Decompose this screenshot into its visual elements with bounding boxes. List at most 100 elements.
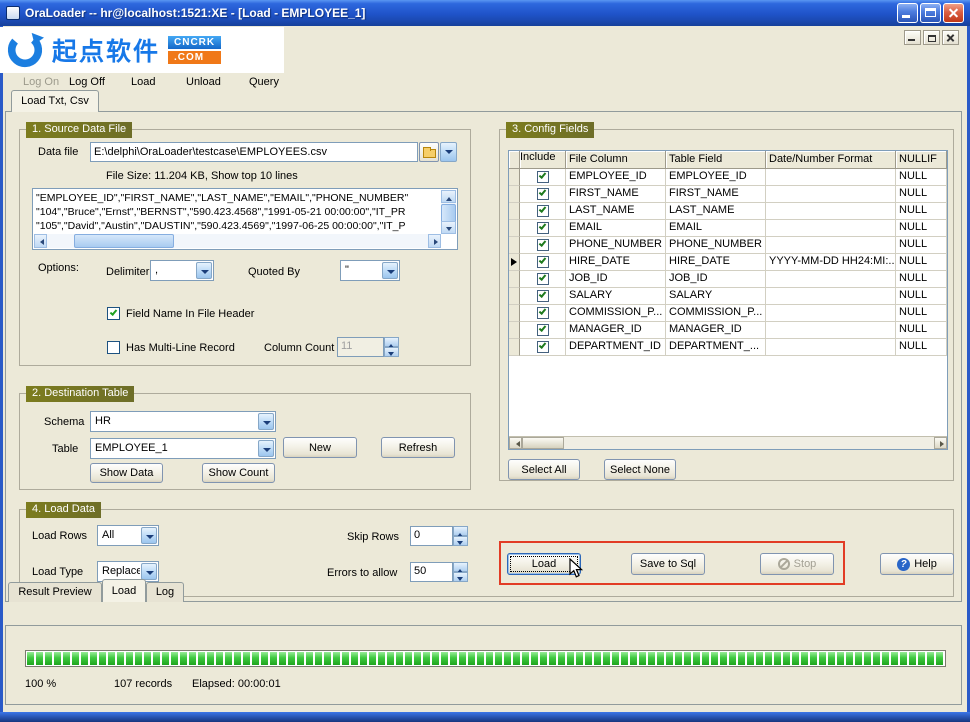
file-column-cell[interactable]: EMPLOYEE_ID bbox=[566, 169, 666, 186]
file-column-cell[interactable]: SALARY bbox=[566, 288, 666, 305]
include-checkbox[interactable] bbox=[537, 324, 549, 336]
file-column-cell[interactable]: HIRE_DATE bbox=[566, 254, 666, 271]
dropdown-button[interactable] bbox=[258, 440, 274, 457]
scroll-right-button[interactable] bbox=[428, 234, 441, 248]
grid-horizontal-scrollbar[interactable] bbox=[509, 436, 947, 449]
dropdown-button[interactable] bbox=[141, 563, 157, 580]
mdi-minimize-button[interactable] bbox=[904, 30, 921, 45]
memo-vertical-scrollbar[interactable] bbox=[441, 190, 456, 234]
include-cell[interactable] bbox=[520, 339, 566, 356]
scroll-left-button[interactable] bbox=[509, 437, 522, 449]
include-checkbox[interactable] bbox=[537, 188, 549, 200]
format-cell[interactable] bbox=[766, 305, 896, 322]
refresh-button[interactable]: Refresh bbox=[381, 437, 455, 458]
config-grid-row[interactable]: EMAILEMAIL NULL bbox=[509, 220, 947, 237]
table-field-cell[interactable]: EMAIL bbox=[666, 220, 766, 237]
toolbar-item-unload[interactable]: Unload bbox=[182, 72, 225, 92]
include-cell[interactable] bbox=[520, 288, 566, 305]
spinner-up-button[interactable] bbox=[453, 526, 468, 536]
minimize-button[interactable] bbox=[897, 3, 918, 23]
file-column-cell[interactable]: EMAIL bbox=[566, 220, 666, 237]
format-cell[interactable] bbox=[766, 169, 896, 186]
errors-to-allow-spinner[interactable]: 50 bbox=[410, 562, 468, 582]
format-cell[interactable] bbox=[766, 220, 896, 237]
spinner-down-button[interactable] bbox=[453, 536, 468, 546]
table-field-cell[interactable]: HIRE_DATE bbox=[666, 254, 766, 271]
toolbar-item-log-on[interactable]: Log On bbox=[19, 72, 63, 92]
file-column-cell[interactable]: FIRST_NAME bbox=[566, 186, 666, 203]
show-data-button[interactable]: Show Data bbox=[90, 463, 163, 483]
scrollbar-thumb[interactable] bbox=[522, 437, 564, 449]
config-grid[interactable]: Include File Column Table Field Date/Num… bbox=[508, 150, 948, 450]
toolbar-item-log-off[interactable]: Log Off bbox=[65, 72, 109, 92]
config-grid-row[interactable]: EMPLOYEE_IDEMPLOYEE_IDNULL bbox=[509, 169, 947, 186]
column-header-file-column[interactable]: File Column bbox=[566, 151, 666, 169]
toolbar-item-load[interactable]: Load bbox=[127, 72, 159, 92]
table-field-cell[interactable]: JOB_ID bbox=[666, 271, 766, 288]
table-field-cell[interactable]: MANAGER_ID bbox=[666, 322, 766, 339]
nullif-cell[interactable]: NULL bbox=[896, 322, 947, 339]
format-cell[interactable] bbox=[766, 271, 896, 288]
include-cell[interactable] bbox=[520, 220, 566, 237]
delimiter-combo[interactable]: , bbox=[150, 260, 214, 281]
table-field-cell[interactable]: EMPLOYEE_ID bbox=[666, 169, 766, 186]
file-preview-memo[interactable]: "EMPLOYEE_ID","FIRST_NAME","LAST_NAME","… bbox=[32, 188, 458, 250]
tab-result-preview[interactable]: Result Preview bbox=[8, 582, 102, 602]
schema-combo[interactable]: HR bbox=[90, 411, 276, 432]
new-table-button[interactable]: New bbox=[283, 437, 357, 458]
table-field-cell[interactable]: LAST_NAME bbox=[666, 203, 766, 220]
table-field-cell[interactable]: PHONE_NUMBER bbox=[666, 237, 766, 254]
config-grid-row[interactable]: COMMISSION_P...COMMISSION_P...NULL bbox=[509, 305, 947, 322]
include-cell[interactable] bbox=[520, 186, 566, 203]
column-header-format[interactable]: Date/Number Format bbox=[766, 151, 896, 169]
memo-horizontal-scrollbar[interactable] bbox=[34, 234, 441, 248]
include-checkbox[interactable] bbox=[537, 171, 549, 183]
field-name-checkbox[interactable] bbox=[107, 307, 120, 320]
table-field-cell[interactable]: SALARY bbox=[666, 288, 766, 305]
tab-load-txt-csv[interactable]: Load Txt, Csv bbox=[11, 90, 99, 112]
format-cell[interactable] bbox=[766, 288, 896, 305]
format-cell[interactable] bbox=[766, 186, 896, 203]
file-column-cell[interactable]: PHONE_NUMBER bbox=[566, 237, 666, 254]
config-grid-row[interactable]: DEPARTMENT_IDDEPARTMENT_...NULL bbox=[509, 339, 947, 356]
multiline-checkbox-label[interactable]: Has Multi-Line Record bbox=[126, 342, 235, 354]
dropdown-button[interactable] bbox=[382, 262, 398, 279]
tab-log[interactable]: Log bbox=[146, 582, 184, 602]
format-cell[interactable]: YYYY-MM-DD HH24:MI:... bbox=[766, 254, 896, 271]
include-cell[interactable] bbox=[520, 322, 566, 339]
file-history-dropdown-button[interactable] bbox=[440, 142, 457, 162]
scroll-left-button[interactable] bbox=[34, 234, 47, 248]
load-rows-combo[interactable]: All bbox=[97, 525, 159, 546]
table-field-cell[interactable]: DEPARTMENT_... bbox=[666, 339, 766, 356]
nullif-cell[interactable]: NULL bbox=[896, 288, 947, 305]
include-cell[interactable] bbox=[520, 169, 566, 186]
include-checkbox[interactable] bbox=[537, 341, 549, 353]
include-checkbox[interactable] bbox=[537, 256, 549, 268]
skip-rows-spinner[interactable]: 0 bbox=[410, 526, 468, 546]
nullif-cell[interactable]: NULL bbox=[896, 186, 947, 203]
scroll-up-button[interactable] bbox=[441, 190, 456, 203]
include-checkbox[interactable] bbox=[537, 273, 549, 285]
nullif-cell[interactable]: NULL bbox=[896, 254, 947, 271]
config-grid-row[interactable]: HIRE_DATEHIRE_DATEYYYY-MM-DD HH24:MI:...… bbox=[509, 254, 947, 271]
include-checkbox[interactable] bbox=[537, 205, 549, 217]
include-cell[interactable] bbox=[520, 254, 566, 271]
nullif-cell[interactable]: NULL bbox=[896, 203, 947, 220]
save-to-sql-button[interactable]: Save to Sql bbox=[631, 553, 705, 575]
nullif-cell[interactable]: NULL bbox=[896, 220, 947, 237]
data-file-input[interactable] bbox=[90, 142, 418, 162]
config-grid-row[interactable]: LAST_NAMELAST_NAMENULL bbox=[509, 203, 947, 220]
browse-file-button[interactable] bbox=[419, 142, 439, 162]
table-combo[interactable]: EMPLOYEE_1 bbox=[90, 438, 276, 459]
column-header-table-field[interactable]: Table Field bbox=[666, 151, 766, 169]
config-grid-row[interactable]: JOB_IDJOB_IDNULL bbox=[509, 271, 947, 288]
mdi-restore-button[interactable] bbox=[923, 30, 940, 45]
include-checkbox[interactable] bbox=[537, 239, 549, 251]
include-cell[interactable] bbox=[520, 203, 566, 220]
config-grid-row[interactable]: MANAGER_IDMANAGER_IDNULL bbox=[509, 322, 947, 339]
table-field-cell[interactable]: FIRST_NAME bbox=[666, 186, 766, 203]
dropdown-button[interactable] bbox=[196, 262, 212, 279]
column-header-nullif[interactable]: NULLIF bbox=[896, 151, 947, 169]
file-column-cell[interactable]: DEPARTMENT_ID bbox=[566, 339, 666, 356]
mdi-close-button[interactable] bbox=[942, 30, 959, 45]
